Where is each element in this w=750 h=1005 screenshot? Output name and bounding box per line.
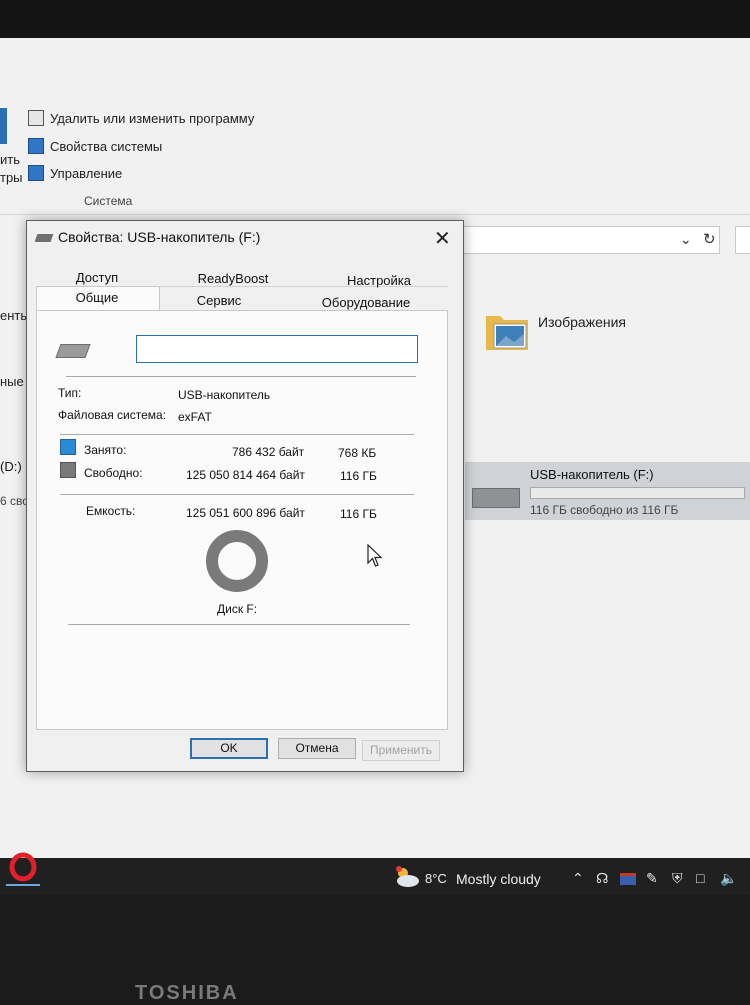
general-tab-panel [36,310,448,730]
ribbon-item-label: Удалить или изменить программу [50,110,255,126]
ok-button[interactable]: OK [190,738,268,759]
free-size: 116 ГБ [340,469,377,483]
weather-cloudy-icon[interactable] [393,866,421,888]
close-icon[interactable]: ✕ [434,226,451,251]
used-label: Занято: [84,443,127,457]
type-value: USB-накопитель [178,388,271,402]
cancel-button[interactable]: Отмена [278,738,356,759]
ribbon-group-label: Система [84,194,133,208]
filesystem-label: Файловая система: [58,408,167,422]
weather-temperature[interactable]: 8°C [425,871,447,886]
drive-f-free-text: 116 ГБ свободно из 116 ГБ [530,503,679,517]
flag-icon[interactable] [620,873,636,885]
disk-usage-donut [206,530,268,592]
separator [60,434,414,435]
separator [60,494,414,495]
pen-icon[interactable]: ✎ [646,870,658,887]
mouse-cursor-icon [367,544,383,567]
volume-label-input[interactable] [136,335,418,363]
tab-tools[interactable]: Сервис [182,293,256,308]
search-input[interactable] [735,226,750,254]
network-icon[interactable]: □ [696,870,704,886]
tab-hardware[interactable]: Оборудование [316,295,416,310]
separator [66,376,416,377]
weather-description[interactable]: Mostly cloudy [456,871,541,887]
system-properties-icon [28,138,44,154]
tab-general[interactable]: Общие [62,290,132,305]
separator [68,624,410,625]
ribbon-item-label: Управление [50,165,123,181]
dialog-title: Свойства: USB-накопитель (F:) [58,229,261,245]
free-label: Свободно: [84,466,143,480]
uninstall-icon [28,110,44,126]
tab-customize[interactable]: Настройка [336,273,422,288]
ribbon-left-cut-text: ить [0,152,20,167]
taskbar [0,858,750,900]
active-app-indicator [6,884,40,886]
used-bytes: 786 432 байт [232,445,305,459]
capacity-size: 116 ГБ [340,507,377,521]
monitor-brand-logo: TOSHIBA [135,982,239,1004]
free-bytes: 125 050 814 464 байт [186,468,305,482]
usb-drive-icon [55,344,91,358]
filesystem-value: exFAT [178,410,212,424]
drive-f-name: USB-накопитель (F:) [530,467,654,482]
ribbon-system-properties[interactable]: Свойства системы [28,138,162,154]
ribbon-uninstall-program[interactable]: Удалить или изменить программу [28,110,254,126]
used-space-swatch [60,439,76,455]
used-size: 768 КБ [338,446,377,460]
drive-f-usage-bar [530,487,745,499]
shield-icon[interactable]: ⛨ [672,870,683,887]
chevron-up-icon[interactable]: ⌃ [572,870,584,887]
usb-drive-icon [472,488,520,508]
pictures-folder-icon[interactable] [484,308,530,354]
monitor-bezel-bottom [0,895,750,1000]
tab-readyboost[interactable]: ReadyBoost [188,271,278,286]
apply-button[interactable]: Применить [362,740,440,761]
refresh-icon[interactable]: ↻ [703,230,716,248]
monitor-bezel-top [0,0,750,38]
manage-icon [28,165,44,181]
usb-drive-icon [34,234,54,242]
ribbon-item-label: Свойства системы [50,138,163,154]
capacity-label: Емкость: [86,504,136,518]
opera-browser-icon[interactable] [8,852,38,882]
meet-now-icon[interactable]: ☊ [596,870,608,887]
free-space-swatch [60,462,76,478]
folder-label[interactable]: Изображения [538,314,626,330]
ribbon-left-cut-text: тры [0,170,23,185]
type-label: Тип: [58,386,82,400]
donut-free-segment [206,530,268,592]
volume-icon[interactable]: 🔈 [720,870,737,887]
nav-left-cut-text: ные [0,374,24,389]
chevron-down-icon[interactable]: ⌄ [680,231,692,248]
ribbon-left-button-edge[interactable] [0,108,7,144]
drive-d-label[interactable]: (D:) [0,459,22,474]
ribbon-divider [0,214,750,215]
ribbon-manage[interactable]: Управление [28,165,122,181]
tab-sharing[interactable]: Доступ [62,270,132,285]
disk-caption: Диск F: [217,602,258,616]
capacity-bytes: 125 051 600 896 байт [186,506,305,520]
